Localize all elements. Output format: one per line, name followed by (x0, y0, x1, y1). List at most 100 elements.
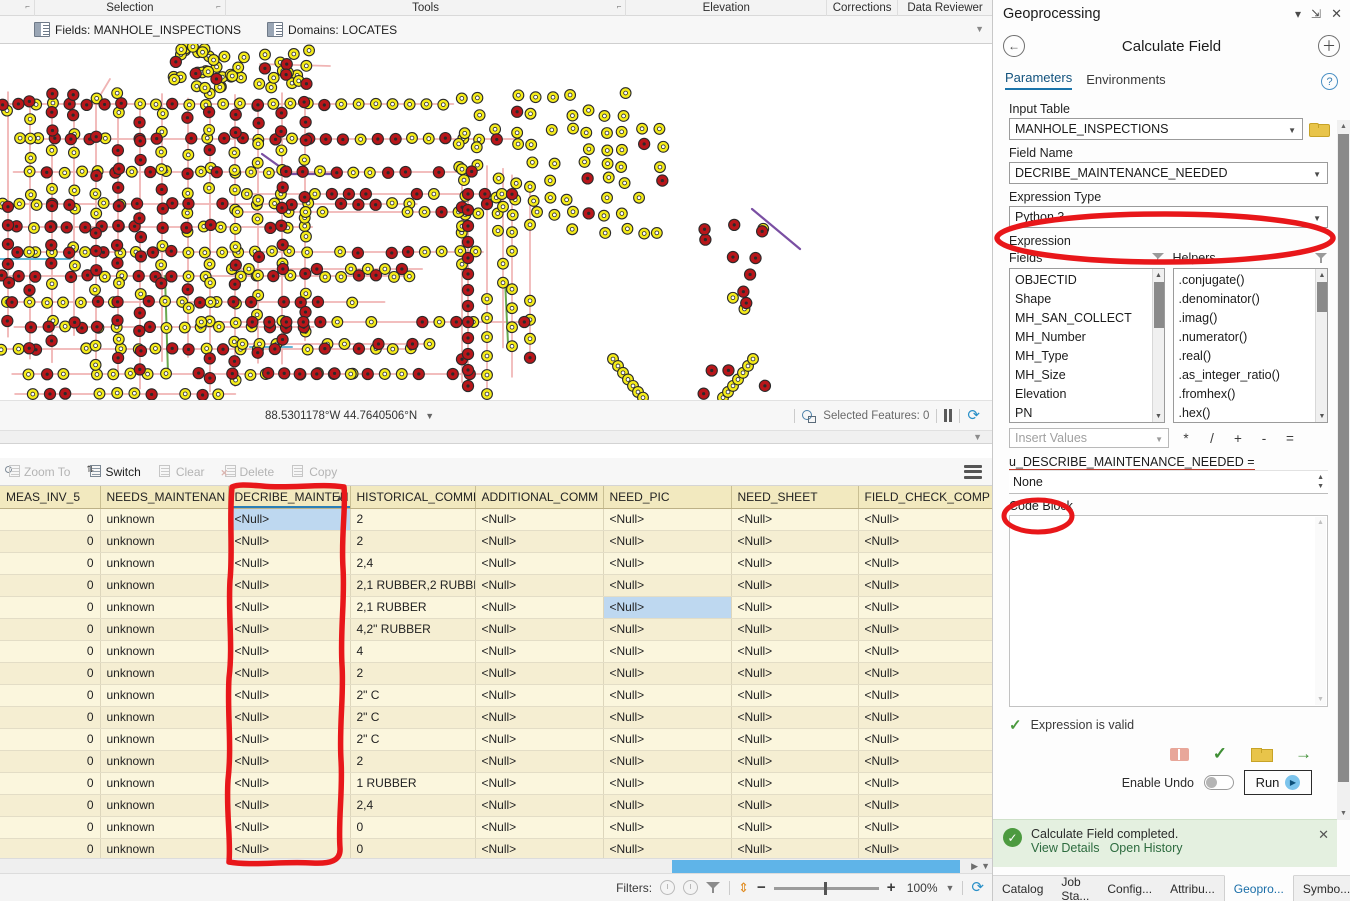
map-manhole-point[interactable] (251, 156, 264, 169)
map-view[interactable] (0, 44, 992, 400)
field-list-item[interactable]: Elevation (1010, 385, 1164, 404)
dock-tab-config[interactable]: Config... (1098, 876, 1161, 901)
operator-equals[interactable]: = (1281, 431, 1299, 446)
clock-filter-icon[interactable] (660, 880, 676, 895)
map-manhole-point[interactable] (134, 153, 147, 167)
tab-environments[interactable]: Environments (1086, 72, 1165, 90)
helpers-scrollbar[interactable]: ▲ ▼ (1315, 269, 1327, 422)
map-manhole-point[interactable] (423, 338, 436, 350)
pin-icon[interactable]: ⇲ (1311, 7, 1321, 21)
map-manhole-point[interactable] (465, 165, 478, 178)
map-manhole-point[interactable] (277, 295, 290, 309)
map-manhole-point[interactable] (107, 368, 120, 381)
map-manhole-point[interactable] (478, 187, 492, 201)
plus-circle-icon[interactable]: ＋ (1318, 35, 1340, 57)
map-manhole-point[interactable] (580, 126, 593, 139)
map-manhole-point[interactable] (313, 165, 326, 178)
map-manhole-point[interactable] (287, 48, 300, 60)
map-manhole-point[interactable] (529, 91, 542, 104)
map-manhole-point[interactable] (481, 388, 493, 400)
map-manhole-point[interactable] (578, 155, 591, 168)
table-cell[interactable]: 4 (350, 640, 476, 663)
map-manhole-point[interactable] (112, 219, 125, 232)
zoom-slider[interactable] (773, 881, 879, 895)
map-manhole-point[interactable] (112, 199, 125, 213)
map-manhole-point[interactable] (518, 315, 531, 329)
table-cell[interactable]: 0 (0, 574, 101, 597)
table-horizontal-scrollbar[interactable]: ▶ ▼ (0, 858, 992, 873)
scroll-down-icon[interactable]: ▼ (981, 860, 990, 873)
map-manhole-point[interactable] (495, 188, 508, 200)
map-manhole-point[interactable] (461, 203, 475, 217)
map-manhole-point[interactable] (299, 134, 313, 147)
table-cell[interactable]: <Null> (603, 684, 732, 707)
map-manhole-point[interactable] (182, 301, 195, 314)
map-manhole-point[interactable] (198, 246, 211, 259)
map-manhole-point[interactable] (617, 110, 630, 122)
map-manhole-point[interactable] (582, 207, 595, 220)
map-manhole-point[interactable] (93, 387, 106, 400)
map-manhole-point[interactable] (45, 257, 58, 270)
table-cell[interactable]: unknown (100, 794, 229, 817)
map-manhole-point[interactable] (12, 97, 25, 111)
map-manhole-point[interactable] (452, 137, 465, 150)
table-row[interactable]: 0 unknown <Null> 1 RUBBER <Null> <Null> <Null>… (0, 772, 992, 795)
map-manhole-point[interactable] (1, 200, 15, 213)
run-button[interactable]: Run ▶ (1244, 770, 1312, 795)
table-cell[interactable]: 0 (350, 838, 476, 861)
table-cell[interactable]: <Null> (731, 728, 859, 751)
map-manhole-point[interactable] (150, 98, 162, 111)
map-manhole-point[interactable] (160, 367, 172, 380)
table-cell[interactable]: <Null> (475, 684, 604, 707)
table-row[interactable]: 0 unknown <Null> 4 <Null> <Null> <Null> <Null> (0, 640, 992, 663)
table-cell[interactable]: 2 (350, 750, 476, 773)
map-manhole-point[interactable] (372, 337, 385, 351)
map-manhole-point[interactable] (427, 188, 440, 200)
table-cell[interactable]: <Null> (858, 618, 992, 641)
input-table-dropdown[interactable]: MANHOLE_INSPECTIONS ▼ (1009, 118, 1303, 140)
map-manhole-point[interactable] (40, 166, 53, 179)
map-manhole-point[interactable] (128, 387, 141, 400)
table-cell[interactable]: 2,1 RUBBER,2 RUBBER (350, 574, 476, 597)
map-manhole-point[interactable] (527, 195, 540, 207)
map-manhole-point[interactable] (24, 188, 37, 201)
map-manhole-point[interactable] (705, 364, 718, 377)
filter-icon[interactable] (1315, 252, 1328, 264)
map-manhole-point[interactable] (133, 116, 146, 129)
map-manhole-point[interactable] (193, 296, 207, 309)
map-manhole-point[interactable] (564, 88, 577, 101)
map-manhole-point[interactable] (481, 293, 493, 305)
table-cell[interactable]: <Null> (475, 618, 604, 641)
table-cell[interactable]: <Null> (603, 574, 732, 597)
map-manhole-point[interactable] (251, 346, 264, 359)
map-manhole-point[interactable] (510, 177, 523, 190)
map-manhole-point[interactable] (111, 351, 125, 365)
map-manhole-point[interactable] (145, 388, 158, 400)
map-manhole-point[interactable] (226, 367, 239, 380)
table-cell[interactable]: <Null> (858, 574, 992, 597)
field-list-item[interactable]: PN (1010, 404, 1164, 422)
table-cell[interactable]: <Null> (858, 684, 992, 707)
map-manhole-point[interactable] (60, 221, 73, 234)
map-manhole-point[interactable] (252, 137, 265, 150)
map-manhole-point[interactable] (89, 226, 102, 240)
table-cell[interactable]: unknown (100, 508, 229, 531)
map-manhole-point[interactable] (726, 291, 739, 304)
map-manhole-point[interactable] (461, 219, 475, 233)
table-cell[interactable]: unknown (100, 552, 229, 575)
map-manhole-point[interactable] (227, 295, 240, 308)
helper-list-item[interactable]: .imag() (1174, 309, 1328, 328)
map-manhole-point[interactable] (699, 233, 712, 246)
map-manhole-point[interactable] (497, 257, 509, 270)
table-cell[interactable]: <Null> (228, 574, 351, 597)
map-manhole-point[interactable] (336, 133, 350, 146)
table-cell[interactable]: <Null> (731, 508, 859, 531)
map-manhole-point[interactable] (133, 363, 146, 376)
code-block-scrollbar[interactable]: ▲ ▼ (1315, 517, 1326, 705)
map-manhole-point[interactable] (422, 132, 435, 145)
map-manhole-point[interactable] (497, 200, 509, 213)
table-cell[interactable]: <Null> (731, 794, 859, 817)
table-cell[interactable]: 2,4 (350, 552, 476, 575)
table-cell[interactable]: <Null> (475, 772, 604, 795)
map-manhole-point[interactable] (111, 295, 124, 308)
